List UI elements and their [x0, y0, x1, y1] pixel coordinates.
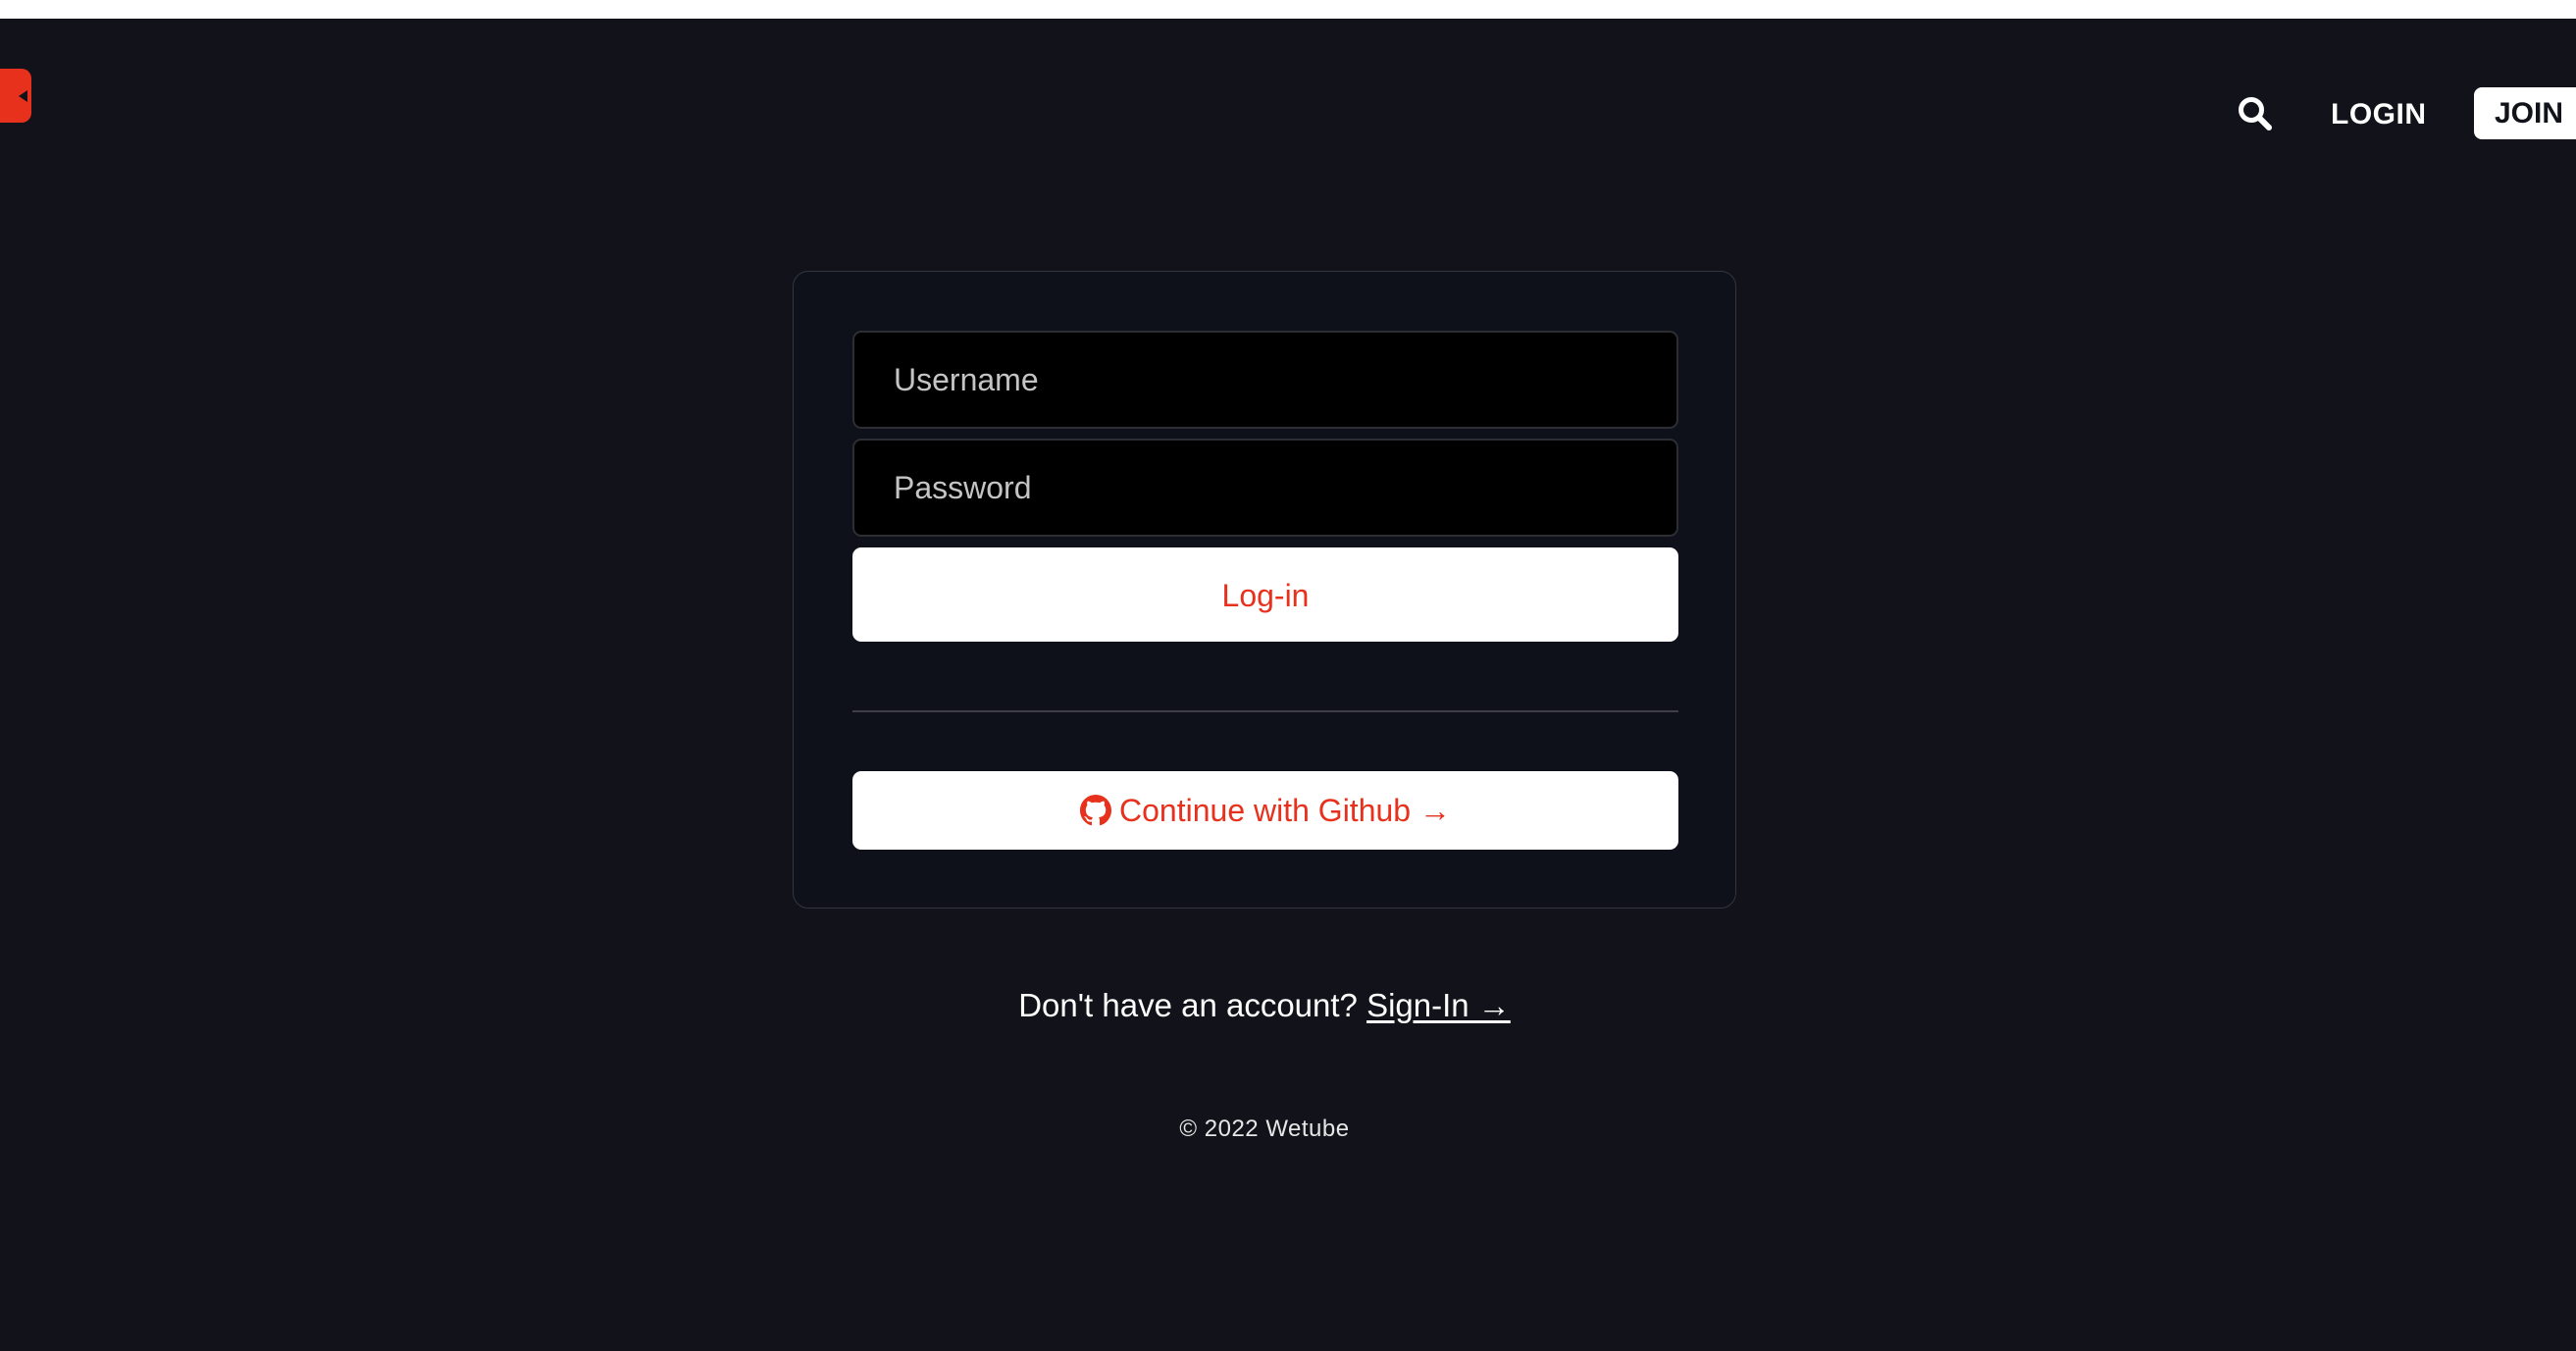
nav-join-button[interactable]: JOIN [2474, 87, 2576, 139]
github-login-button[interactable]: Continue with Github → [852, 771, 1678, 850]
signup-prompt-text: Don't have an account? [1018, 987, 1358, 1023]
nav-login-link[interactable]: LOGIN [2331, 95, 2427, 134]
signin-link[interactable]: Sign-In → [1366, 987, 1511, 1023]
footer-copyright: © 2022 Wetube [1179, 1116, 1350, 1142]
login-button[interactable]: Log-in [852, 547, 1678, 642]
browser-top-strip [0, 0, 2576, 19]
search-icon[interactable] [2237, 95, 2274, 132]
github-icon [1080, 795, 1112, 826]
github-button-label: Continue with Github → [1119, 792, 1451, 828]
site-header: LOGIN JOIN [0, 19, 2576, 176]
password-input[interactable] [852, 439, 1678, 537]
login-form: Log-in Continue with Github → [793, 271, 1736, 909]
username-input[interactable] [852, 331, 1678, 429]
form-divider [852, 710, 1678, 712]
logo-play-icon[interactable] [0, 69, 31, 123]
signup-prompt: Don't have an account? Sign-In → [0, 984, 2529, 1027]
play-icon [19, 90, 27, 102]
